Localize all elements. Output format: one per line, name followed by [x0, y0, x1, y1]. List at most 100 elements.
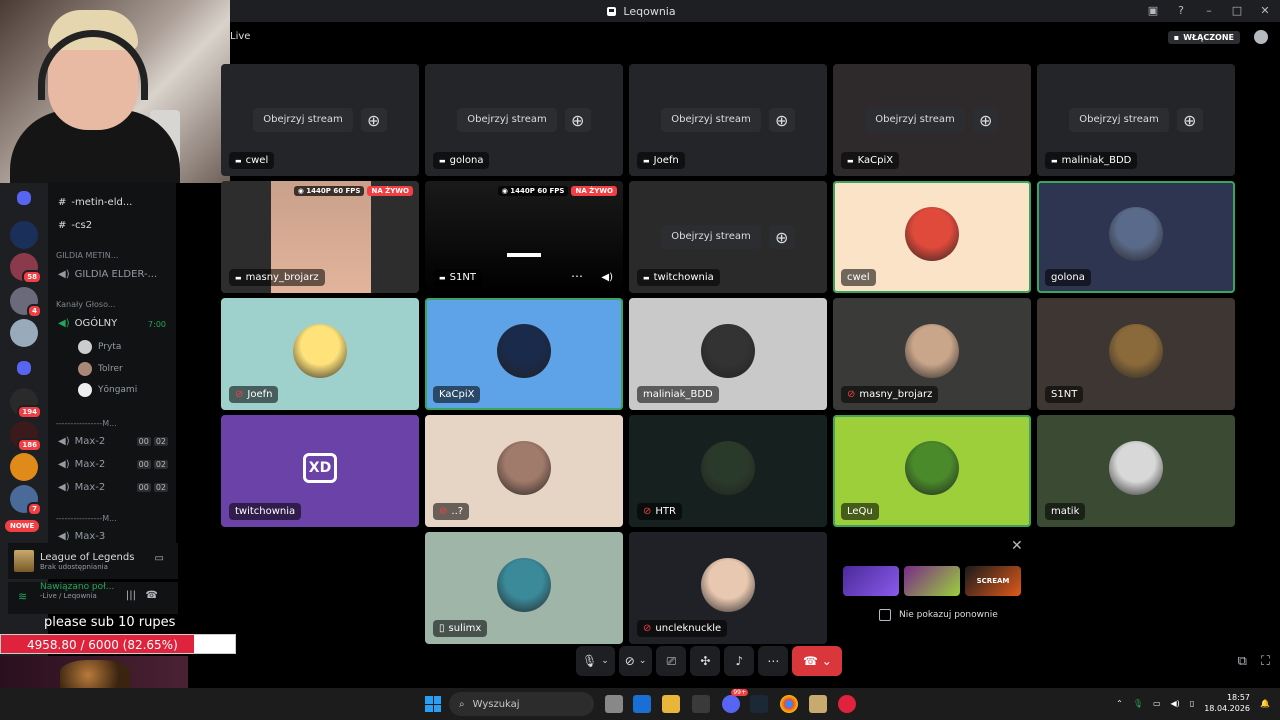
participant-tile[interactable]: ◉ 1440P 60 FPS NA ŻYWO ⋯ ◀) ▬ S1NT	[425, 181, 623, 293]
server-icon-8[interactable]	[10, 453, 38, 481]
chrome-icon[interactable]	[780, 695, 798, 713]
participant-tile[interactable]: golona	[1037, 181, 1235, 293]
explorer-icon[interactable]	[662, 695, 680, 713]
voice-channel[interactable]: ◀) Max-2	[58, 436, 105, 447]
mic-icon[interactable]: 🎙	[1133, 699, 1143, 708]
taskbar-search[interactable]: ⌕ Wyszukaj	[449, 692, 594, 716]
store-icon[interactable]	[692, 695, 710, 713]
watch-stream-button[interactable]: Obejrzyj stream	[253, 108, 353, 132]
more-icon[interactable]: ⋯	[571, 269, 583, 283]
watch-stream-button[interactable]: Obejrzyj stream	[661, 225, 761, 249]
camera-button[interactable]: ⊘ ⌄	[618, 646, 653, 676]
dont-show-again[interactable]: Nie pokazuj ponownie	[879, 609, 998, 621]
category-header[interactable]: GILDIA METIN...	[56, 251, 118, 260]
voice-connection-status[interactable]: ≋ Nawiązano poł... -Live / Leqownia ||| …	[8, 582, 178, 614]
voice-user[interactable]: Yōngami	[78, 383, 137, 397]
watch-stream-button[interactable]: Obejrzyj stream	[661, 108, 761, 132]
game-activity[interactable]: League of Legends Brak udostępniania ▭	[8, 543, 178, 579]
volume-icon[interactable]: ◀)	[601, 272, 613, 283]
participant-tile[interactable]: Obejrzyj stream ⊕ ▬ cwel	[221, 64, 419, 176]
preview-stream-icon[interactable]: ⊕	[360, 108, 387, 132]
minimize-icon[interactable]: –	[1202, 3, 1216, 17]
activities-button[interactable]: ✣	[690, 646, 721, 676]
disconnect-icon[interactable]: ☎	[146, 590, 158, 601]
voice-channel[interactable]: ◀) Max-2	[58, 482, 105, 493]
notifications-icon[interactable]: 🔔	[1260, 699, 1270, 708]
participant-tile[interactable]: S1NT	[1037, 298, 1235, 410]
soundboard-icon[interactable]: |||	[126, 590, 136, 601]
preview-stream-icon[interactable]: ⊕	[768, 225, 795, 249]
help-icon[interactable]: ?	[1174, 3, 1188, 17]
more-button[interactable]: ⋯	[758, 646, 789, 676]
participant-tile[interactable]: Obejrzyj stream ⊕ ▬ maliniak_BDD	[1037, 64, 1235, 176]
promo-thumbnail[interactable]	[843, 566, 899, 596]
outlook-icon[interactable]	[633, 695, 651, 713]
league-icon[interactable]	[809, 695, 827, 713]
participant-tile[interactable]: ⊘ uncleknuckle	[629, 532, 827, 644]
inbox-icon[interactable]: ▣	[1146, 3, 1160, 17]
participant-tile[interactable]: Obejrzyj stream ⊕ ▬ golona	[425, 64, 623, 176]
server-icon-2[interactable]	[10, 221, 38, 249]
preview-stream-icon[interactable]: ⊕	[1176, 108, 1203, 132]
participant-tile[interactable]: ⊘..?	[425, 415, 623, 527]
volume-icon[interactable]: ◀)	[1171, 699, 1180, 708]
participant-tile[interactable]: Obejrzyj stream ⊕ ▬ Joefn	[629, 64, 827, 176]
participant-tile[interactable]: XD twitchownia	[221, 415, 419, 527]
steam-icon[interactable]	[750, 695, 768, 713]
voice-user[interactable]: Pryta	[78, 340, 121, 354]
participant-tile[interactable]: ▯ sulimx	[425, 532, 623, 644]
preview-stream-icon[interactable]: ⊕	[768, 108, 795, 132]
network-icon[interactable]: ▭	[1153, 699, 1161, 708]
new-badge[interactable]: NOWE	[5, 520, 40, 532]
voice-user[interactable]: Tolrer	[78, 362, 123, 376]
chevron-up-icon[interactable]: ⌃	[1116, 699, 1123, 708]
battery-icon[interactable]: ▯	[1190, 699, 1194, 708]
voice-channel[interactable]: ◀) Max-3	[58, 531, 105, 542]
participant-tile[interactable]: maliniak_BDD	[629, 298, 827, 410]
close-icon[interactable]: ✕	[1258, 3, 1272, 17]
close-icon[interactable]: ✕	[1011, 538, 1023, 554]
soundboard-button[interactable]: ♪	[724, 646, 755, 676]
category-header[interactable]: Kanały Głoso...	[56, 300, 115, 309]
maximize-icon[interactable]: □	[1230, 3, 1244, 17]
preview-stream-icon[interactable]: ⊕	[564, 108, 591, 132]
participant-tile[interactable]: ◉ 1440P 60 FPS NA ŻYWO ▬ masny_brojarz	[221, 181, 419, 293]
promo-thumbnail[interactable]: SCREAM	[965, 566, 1021, 596]
microphone-button[interactable]: 🎙 ⌄	[576, 646, 615, 676]
participant-tile[interactable]: ⊘ Joefn	[221, 298, 419, 410]
voice-channel[interactable]: ◀) Max-2	[58, 459, 105, 470]
text-channel[interactable]: # -cs2	[58, 220, 92, 231]
discord-icon[interactable]: 99+	[722, 689, 748, 713]
start-icon[interactable]	[425, 696, 441, 712]
server-folder-icon[interactable]	[17, 191, 31, 205]
server-icon-4[interactable]: 4	[10, 287, 42, 318]
watch-stream-button[interactable]: Obejrzyj stream	[1069, 108, 1169, 132]
server-icon-6[interactable]: 194	[10, 388, 42, 419]
popout-icon[interactable]: ⧉	[1238, 654, 1247, 669]
server-icon-7[interactable]: 186	[10, 421, 42, 452]
chat-icon[interactable]	[1254, 30, 1268, 44]
screen-share-button[interactable]: ⎚	[656, 646, 687, 676]
promo-thumbnail[interactable]	[904, 566, 960, 596]
fullscreen-icon[interactable]: ⛶	[1261, 654, 1270, 669]
participant-tile[interactable]: ⊘ HTR	[629, 415, 827, 527]
voice-channel[interactable]: ◀) GILDIA ELDER-...	[58, 269, 157, 280]
participant-tile[interactable]: Obejrzyj stream ⊕ ▬ twitchownia	[629, 181, 827, 293]
server-icon-3[interactable]: 58	[10, 253, 42, 284]
participant-tile[interactable]: matik	[1037, 415, 1235, 527]
server-icon-5[interactable]	[10, 319, 38, 347]
clock[interactable]: 18:57 18.04.2026	[1204, 692, 1250, 714]
task-view-icon[interactable]	[605, 695, 623, 713]
preview-stream-icon[interactable]: ⊕	[972, 108, 999, 132]
participant-tile[interactable]: ⊘ masny_brojarz	[833, 298, 1031, 410]
watch-stream-button[interactable]: Obejrzyj stream	[457, 108, 557, 132]
riot-client-icon[interactable]	[838, 695, 856, 713]
participant-tile[interactable]: KaCpiX	[425, 298, 623, 410]
participant-tile[interactable]: cwel	[833, 181, 1031, 293]
leave-call-button[interactable]: ☎ ⌄	[792, 646, 843, 676]
watch-stream-button[interactable]: Obejrzyj stream	[865, 108, 965, 132]
text-channel[interactable]: # -metin-eld...	[58, 197, 132, 208]
server-folder-icon[interactable]	[17, 361, 31, 375]
server-icon-9[interactable]: 7	[10, 485, 42, 516]
participant-tile[interactable]: Obejrzyj stream ⊕ ▬ KaCpiX	[833, 64, 1031, 176]
